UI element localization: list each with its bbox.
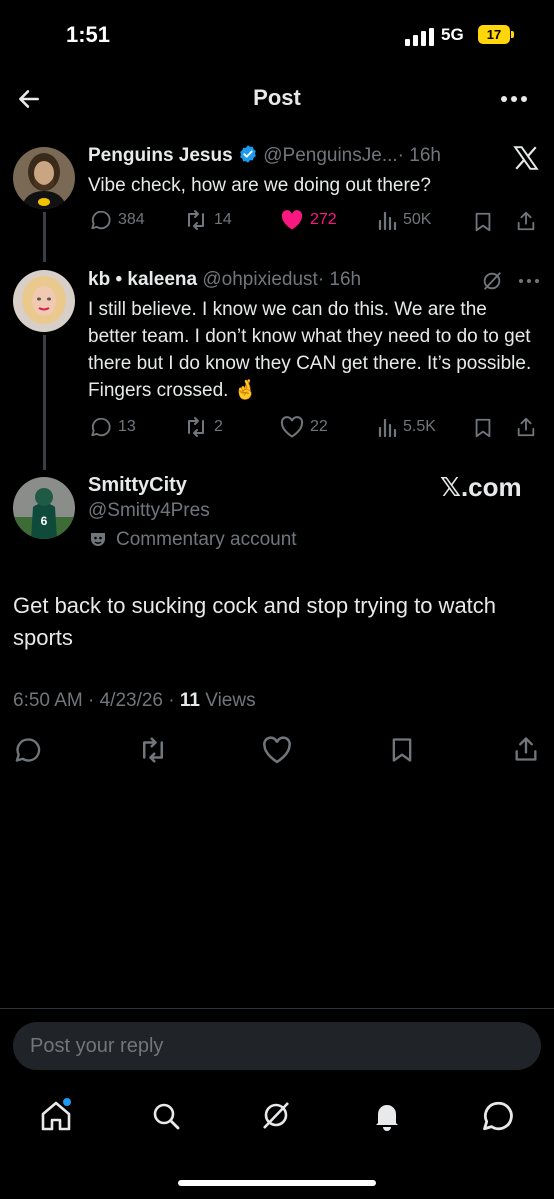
author-handle[interactable]: @Smitty4Pres — [88, 500, 210, 522]
page-title: Post — [253, 85, 301, 110]
messages-icon — [483, 1101, 513, 1131]
avatar[interactable]: 6 — [13, 477, 75, 539]
home-indicator — [178, 1180, 376, 1186]
grok-icon[interactable] — [481, 270, 503, 292]
more-options-icon[interactable] — [500, 95, 528, 103]
post-time: · 16h — [397, 145, 441, 166]
author-name[interactable]: Penguins Jesus — [88, 145, 233, 166]
reply-button[interactable]: 13 — [90, 416, 136, 438]
author-handle[interactable]: @ohpixiedust — [202, 269, 317, 290]
network-type: 5G — [441, 25, 464, 44]
views-button[interactable]: 5.5K — [377, 416, 436, 438]
repost-count: 14 — [214, 211, 232, 228]
bookmark-icon[interactable] — [472, 211, 494, 233]
bookmark-icon[interactable] — [472, 417, 494, 439]
reply-placeholder: Post your reply — [30, 1035, 164, 1057]
tab-notifications[interactable] — [371, 1099, 403, 1131]
reply-button[interactable]: 384 — [90, 209, 145, 231]
heart-icon — [280, 416, 304, 438]
views-count: 11 — [179, 690, 200, 711]
reply-icon — [91, 417, 111, 437]
notifications-icon — [376, 1105, 398, 1131]
grok-icon — [263, 1102, 289, 1129]
theater-mask-icon — [91, 533, 105, 546]
verified-badge-icon — [240, 145, 256, 163]
x-com-watermark: 𝕏.com — [440, 472, 522, 502]
account-label: Commentary account — [88, 529, 297, 551]
heart-filled-icon — [281, 210, 303, 230]
search-icon — [153, 1103, 180, 1130]
avatar[interactable] — [13, 147, 75, 209]
repost-button[interactable]: 14 — [184, 209, 232, 231]
cellular-signal-icon — [405, 28, 434, 46]
main-post-text: Get back to sucking cock and stop trying… — [13, 593, 497, 650]
post-text: Vibe check, how are we doing out there? — [88, 175, 431, 196]
home-icon — [41, 1098, 71, 1131]
like-count: 22 — [310, 418, 328, 435]
share-icon[interactable] — [512, 735, 540, 763]
share-icon[interactable] — [515, 210, 537, 232]
more-options-icon[interactable] — [518, 278, 540, 284]
post-text: I still believe. I know we can do this. … — [88, 299, 532, 401]
reply-icon — [91, 210, 111, 230]
like-count: 272 — [310, 211, 337, 228]
repost-button[interactable]: 2 — [184, 416, 223, 438]
post-author-line: Penguins Jesus @PenguinsJe...· 16h — [88, 144, 441, 167]
views-label: Views — [199, 690, 256, 711]
author-name[interactable]: SmittyCity — [88, 474, 187, 497]
post-time: · 16h — [317, 269, 362, 290]
x-logo-icon — [513, 146, 539, 170]
avatar[interactable] — [13, 270, 75, 332]
repost-icon[interactable] — [138, 736, 168, 764]
views-icon — [378, 418, 397, 438]
like-button[interactable]: 272 — [280, 209, 337, 231]
share-icon[interactable] — [515, 416, 537, 438]
like-button[interactable]: 22 — [280, 416, 328, 438]
author-name[interactable]: kb • kaleena — [88, 269, 197, 290]
tab-grok[interactable] — [260, 1099, 292, 1131]
views-button[interactable]: 50K — [377, 209, 431, 231]
reply-icon[interactable] — [14, 736, 42, 764]
views-count: 5.5K — [403, 418, 436, 435]
author-handle[interactable]: @PenguinsJe... — [263, 145, 397, 166]
divider — [0, 1008, 554, 1009]
battery-nub — [511, 31, 514, 38]
battery-indicator: 17 — [478, 25, 510, 44]
post-timestamp: 6:50 AM · 4/23/26 · — [13, 690, 180, 711]
repost-icon — [188, 417, 204, 437]
thread-connector — [43, 212, 46, 262]
thread-connector — [43, 335, 46, 470]
tab-messages[interactable] — [481, 1099, 515, 1133]
heart-icon[interactable] — [262, 736, 292, 764]
post-author-line: kb • kaleena @ohpixiedust· 16h — [88, 269, 361, 291]
views-icon — [378, 211, 397, 231]
svg-text:6: 6 — [41, 514, 48, 528]
reply-count: 13 — [118, 418, 136, 435]
status-time: 1:51 — [66, 22, 111, 47]
repost-count: 2 — [214, 418, 223, 435]
bookmark-icon[interactable] — [388, 736, 416, 764]
views-count: 50K — [403, 211, 432, 228]
repost-icon — [188, 210, 204, 230]
reply-count: 384 — [118, 211, 145, 228]
tab-search[interactable] — [150, 1100, 182, 1132]
tab-home[interactable] — [38, 1098, 74, 1134]
post-meta: 6:50 AM · 4/23/26 · 11 Views — [13, 690, 256, 712]
account-label-text: Commentary account — [116, 529, 297, 550]
